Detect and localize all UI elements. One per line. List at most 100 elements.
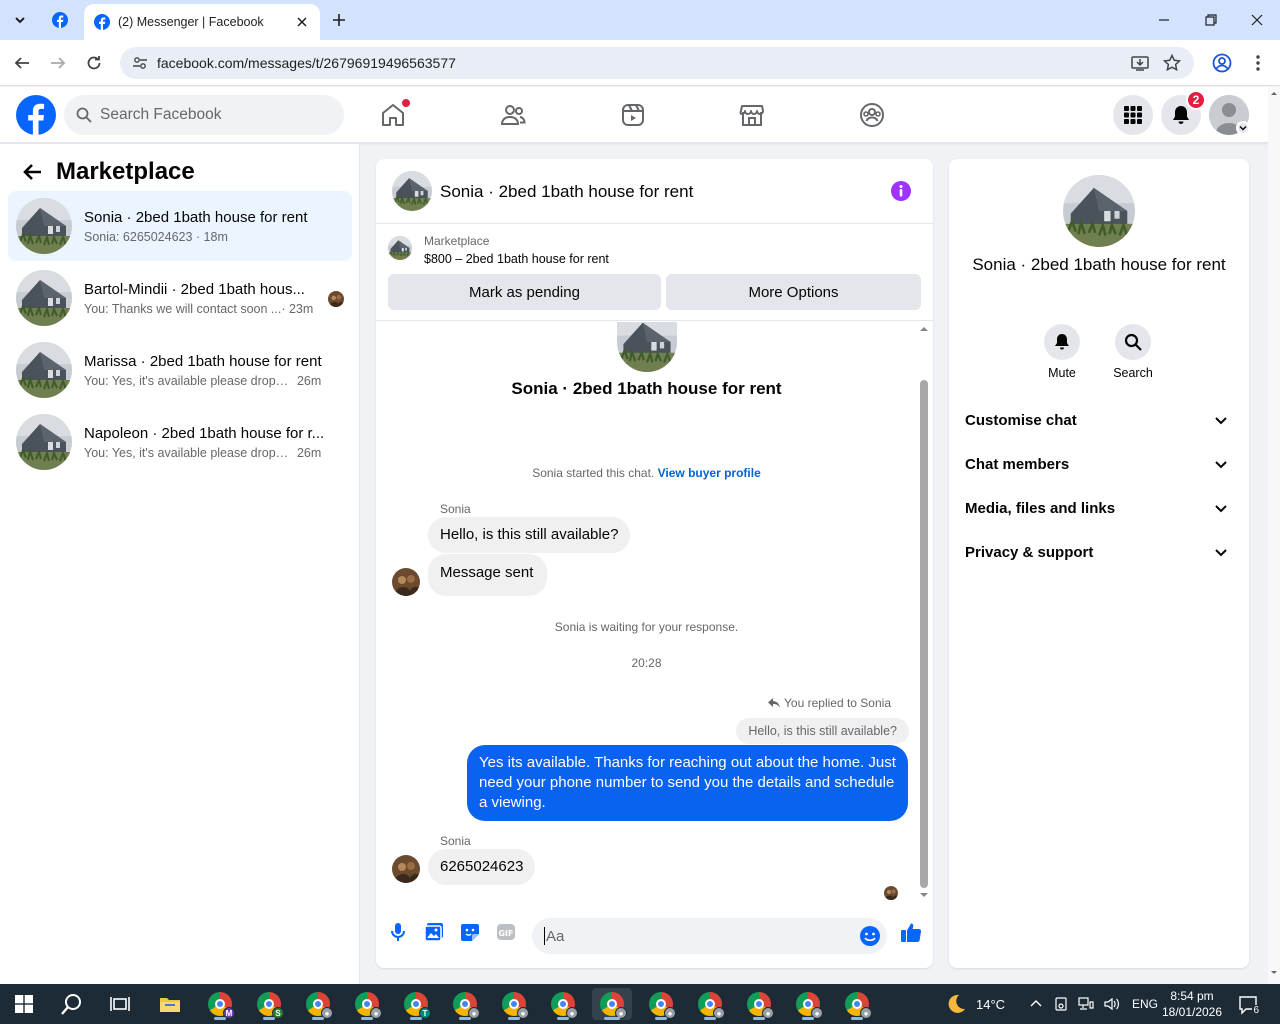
marketplace-icon[interactable]: [738, 101, 766, 129]
clock-time: 8:54 pm: [1170, 989, 1214, 1003]
forward-arrow-icon[interactable]: [46, 51, 70, 75]
chrome-profile-taskbar-icon[interactable]: ●: [298, 988, 338, 1020]
conversation-thumbnail[interactable]: [392, 171, 432, 211]
conversation-intro-name: Sonia · 2bed 1bath house for rent: [511, 379, 782, 398]
notification-center-icon[interactable]: 6: [1238, 994, 1260, 1016]
weather-widget[interactable]: 14°C: [944, 984, 1005, 1024]
chat-time: · 23m: [281, 301, 314, 316]
taskbar-clock[interactable]: 8:54 pm 18/01/2026: [1160, 988, 1224, 1020]
chrome-profile-taskbar-icon[interactable]: ●: [445, 988, 485, 1020]
close-tab-icon[interactable]: [294, 14, 310, 30]
info-icon[interactable]: [890, 180, 912, 202]
chrome-profile-taskbar-icon[interactable]: M: [200, 988, 240, 1020]
emoji-icon[interactable]: [859, 925, 881, 947]
new-tab-plus-icon[interactable]: [328, 9, 350, 31]
sender-avatar[interactable]: [392, 568, 420, 596]
chrome-profile-taskbar-icon[interactable]: ●: [494, 988, 534, 1020]
privacy-support-section[interactable]: Privacy & support: [957, 532, 1241, 572]
network-icon[interactable]: [1078, 997, 1094, 1011]
listing-thumbnail: [16, 270, 72, 326]
chat-started-text: Sonia started this chat.: [532, 466, 655, 480]
chrome-profile-taskbar-icon-active[interactable]: ●: [592, 988, 632, 1020]
chrome-profile-taskbar-icon[interactable]: ●: [543, 988, 583, 1020]
restore-window-icon[interactable]: [1199, 8, 1223, 32]
incoming-message[interactable]: 6265024623: [428, 849, 536, 885]
attach-photo-icon[interactable]: [422, 920, 446, 944]
chrome-profile-taskbar-icon[interactable]: S: [249, 988, 289, 1020]
media-files-links-section[interactable]: Media, files and links: [957, 488, 1241, 528]
incoming-message[interactable]: Message sent: [428, 554, 548, 596]
task-view-icon[interactable]: [100, 988, 140, 1020]
chrome-profile-taskbar-icon[interactable]: ●: [788, 988, 828, 1020]
meet-now-icon[interactable]: [1054, 997, 1068, 1011]
chrome-profile-taskbar-icon[interactable]: T: [396, 988, 436, 1020]
page-scrollbar[interactable]: [1268, 87, 1280, 984]
bookmark-star-icon[interactable]: [1162, 53, 1182, 73]
mark-as-pending-button[interactable]: Mark as pending: [388, 274, 661, 310]
close-window-icon[interactable]: [1245, 8, 1269, 32]
file-explorer-icon[interactable]: [150, 988, 190, 1020]
browser-menu-kebab-icon[interactable]: [1246, 51, 1270, 75]
chat-members-section[interactable]: Chat members: [957, 444, 1241, 484]
groups-icon[interactable]: [858, 101, 886, 129]
address-bar[interactable]: facebook.com/messages/t/2679691949656357…: [120, 47, 1194, 79]
chrome-profile-taskbar-icon[interactable]: ●: [739, 988, 779, 1020]
chat-list-item[interactable]: Marissa · 2bed 1bath house for rent You:…: [8, 335, 352, 405]
tab-search-chevron-icon[interactable]: [8, 8, 32, 32]
search-conversation-button[interactable]: Search: [1103, 324, 1163, 380]
more-options-button[interactable]: More Options: [666, 274, 921, 310]
input-language[interactable]: ENG: [1132, 997, 1158, 1011]
chat-preview: You: Yes, it's available please drop y..…: [84, 445, 290, 460]
listing-title[interactable]: $800 – 2bed 1bath house for rent: [424, 252, 609, 266]
message-composer: GIF Aa: [376, 902, 933, 968]
listing-thumbnail: [16, 342, 72, 398]
conversation-title[interactable]: Sonia · 2bed 1bath house for rent: [440, 182, 693, 202]
chrome-profile-taskbar-icon[interactable]: ●: [837, 988, 877, 1020]
microphone-icon[interactable]: [386, 920, 410, 944]
chat-list-item[interactable]: Sonia · 2bed 1bath house for rent Sonia:…: [8, 191, 352, 261]
chat-started-note: Sonia started this chat. View buyer prof…: [376, 466, 917, 480]
scrollbar-thumb[interactable]: [920, 380, 928, 888]
chat-list-item[interactable]: Napoleon · 2bed 1bath house for r... You…: [8, 407, 352, 477]
outgoing-message[interactable]: Yes its available. Thanks for reaching o…: [467, 745, 908, 821]
chrome-profile-taskbar-icon[interactable]: ●: [347, 988, 387, 1020]
chat-name: Napoleon · 2bed 1bath house for r...: [84, 424, 325, 442]
facebook-search-input[interactable]: Search Facebook: [64, 95, 344, 135]
active-browser-tab[interactable]: (2) Messenger | Facebook: [84, 4, 320, 40]
quoted-message[interactable]: Hello, is this still available?: [736, 718, 909, 744]
install-app-icon[interactable]: [1130, 53, 1150, 73]
customise-chat-section[interactable]: Customise chat: [957, 400, 1241, 440]
account-chevron-icon[interactable]: [1236, 121, 1250, 135]
incoming-message[interactable]: Hello, is this still available?: [428, 517, 631, 553]
reload-icon[interactable]: [82, 51, 106, 75]
view-buyer-profile-link[interactable]: View buyer profile: [658, 466, 761, 480]
message-scrollbar[interactable]: [917, 322, 931, 902]
menu-grid-icon[interactable]: [1113, 95, 1153, 135]
mute-button[interactable]: Mute: [1032, 324, 1092, 380]
sticker-icon[interactable]: [458, 920, 482, 944]
back-arrow-icon[interactable]: [18, 158, 46, 186]
back-arrow-icon[interactable]: [10, 51, 34, 75]
pinned-facebook-tab[interactable]: [48, 8, 72, 32]
facebook-logo-icon[interactable]: [16, 95, 56, 135]
chevron-up-icon[interactable]: [1030, 998, 1042, 1010]
message-input[interactable]: Aa: [532, 918, 887, 954]
profile-account-icon[interactable]: [1210, 51, 1234, 75]
volume-icon[interactable]: [1104, 997, 1120, 1011]
gif-icon[interactable]: GIF: [494, 920, 518, 944]
minimize-window-icon[interactable]: [1152, 8, 1176, 32]
windows-start-icon[interactable]: [4, 988, 44, 1020]
friends-icon[interactable]: [499, 101, 527, 129]
taskbar-search-icon[interactable]: [52, 988, 92, 1020]
chat-list-item[interactable]: Bartol-Mindii · 2bed 1bath hous... You: …: [8, 263, 352, 333]
chrome-profile-taskbar-icon[interactable]: ●: [641, 988, 681, 1020]
chat-list-header: Marketplace: [18, 158, 195, 186]
search-icon: [1115, 324, 1151, 360]
message-timestamp: 20:28: [631, 656, 662, 670]
video-icon[interactable]: [619, 101, 647, 129]
chrome-profile-taskbar-icon[interactable]: ●: [690, 988, 730, 1020]
message-list: Sonia · 2bed 1bath house for rent Sonia …: [376, 322, 933, 902]
like-thumbs-up-icon[interactable]: [899, 920, 923, 944]
site-settings-icon[interactable]: [124, 47, 156, 79]
sender-avatar[interactable]: [392, 855, 420, 883]
